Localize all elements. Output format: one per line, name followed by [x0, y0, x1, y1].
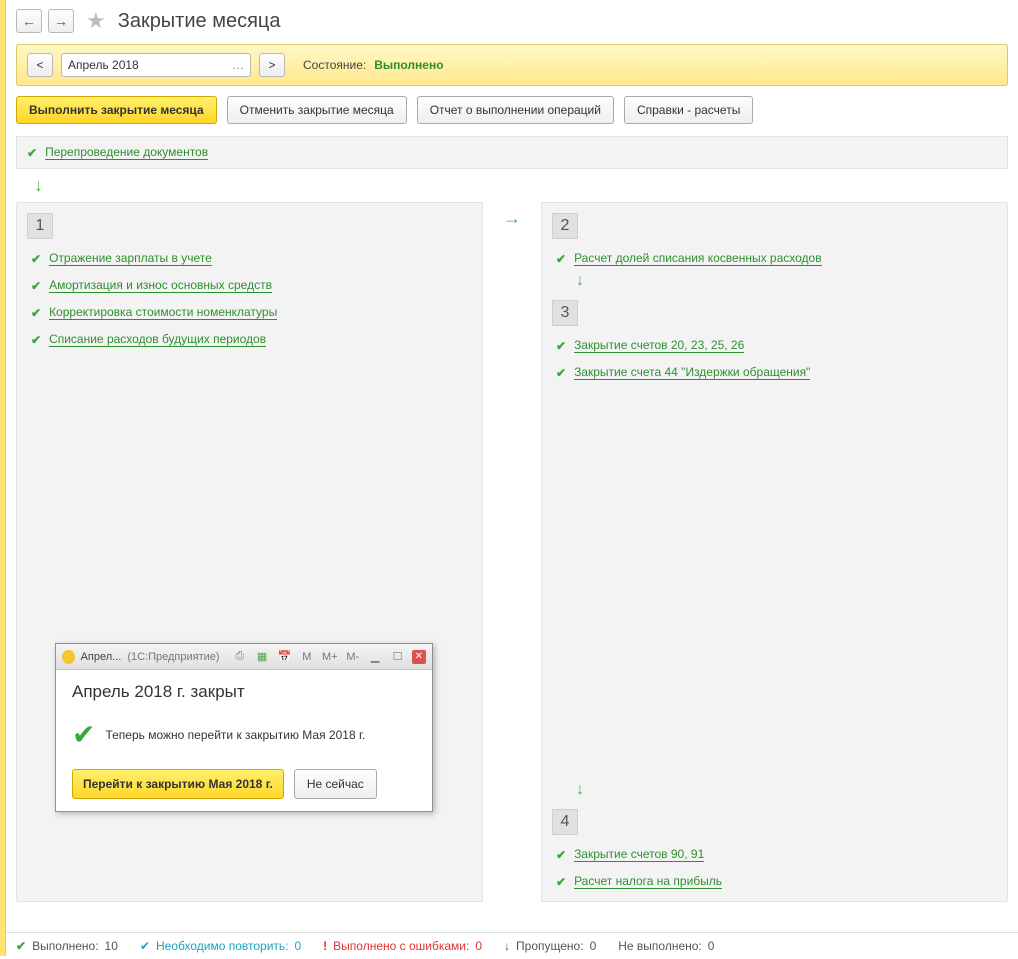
flow-arrow-right-icon: →	[503, 208, 521, 229]
flow-arrow-down-icon: ↓	[576, 781, 1007, 799]
between-columns: →	[503, 202, 521, 902]
left-accent	[0, 0, 6, 956]
check-icon: ✔	[556, 848, 566, 862]
status-footer: ✔ Выполнено: 10 ✔ Необходимо повторить: …	[6, 932, 1018, 959]
op-link[interactable]: Закрытие счетов 90, 91	[574, 847, 704, 862]
op-link[interactable]: Отражение зарплаты в учете	[49, 251, 212, 266]
op-item: ✔ Корректировка стоимости номенклатуры	[17, 299, 482, 326]
op-item: ✔ Расчет долей списания косвенных расход…	[542, 245, 1007, 272]
check-icon: ✔	[31, 279, 41, 293]
footer-repeat-value: 0	[294, 939, 301, 953]
stage-2-header: 2	[552, 213, 578, 239]
op-item: ✔ Отражение зарплаты в учете	[17, 245, 482, 272]
page-title: Закрытие месяца	[118, 10, 281, 33]
op-link[interactable]: Расчет долей списания косвенных расходов	[574, 251, 822, 266]
op-item: ✔ Закрытие счетов 90, 91	[542, 841, 1007, 868]
op-item: ✔ Амортизация и износ основных средств	[17, 272, 482, 299]
big-check-icon: ✔	[72, 718, 95, 751]
footer-done-label: Выполнено:	[32, 939, 98, 953]
check-icon: ✔	[556, 339, 566, 353]
not-now-button[interactable]: Не сейчас	[294, 769, 377, 799]
check-icon: ✔	[556, 366, 566, 380]
close-icon[interactable]: ✕	[412, 650, 426, 664]
dialog-heading: Апрель 2018 г. закрыт	[72, 682, 416, 702]
op-item: ✔ Закрытие счета 44 "Издержки обращения"	[542, 359, 1007, 386]
favorite-star-icon[interactable]: ★	[86, 8, 106, 34]
minimize-icon[interactable]: ▁	[367, 648, 383, 666]
top-operation-link[interactable]: Перепроведение документов	[45, 145, 208, 160]
dialog-title-hint: (1С:Предприятие)	[127, 651, 219, 663]
period-ellipsis-icon[interactable]: …	[232, 58, 244, 72]
op-link[interactable]: Закрытие счета 44 "Издержки обращения"	[574, 365, 810, 380]
references-button[interactable]: Справки - расчеты	[624, 96, 753, 124]
execute-close-button[interactable]: Выполнить закрытие месяца	[16, 96, 217, 124]
flow-arrow-down-icon: ↓	[576, 272, 1007, 290]
app-1c-icon	[62, 650, 75, 664]
status-label: Состояние:	[303, 58, 366, 72]
maximize-icon[interactable]: ☐	[389, 648, 405, 666]
right-column: 2 ✔ Расчет долей списания косвенных расх…	[541, 202, 1008, 902]
footer-skip-label: Пропущено:	[516, 939, 584, 953]
left-column: 1 ✔ Отражение зарплаты в учете ✔ Амортиз…	[16, 202, 483, 902]
check-icon: ✔	[31, 306, 41, 320]
footer-done-value: 10	[105, 939, 118, 953]
nav-forward-button[interactable]: →	[48, 9, 74, 33]
flow-arrow-down-icon: ↓	[34, 175, 1008, 196]
error-icon: !	[323, 939, 327, 953]
print-icon[interactable]: ⎙	[232, 648, 248, 666]
grid-icon[interactable]: ▦	[254, 648, 270, 666]
check-icon: ✔	[31, 333, 41, 347]
top-operation-row: ✔ Перепроведение документов	[16, 136, 1008, 169]
memory-m-icon[interactable]: M	[299, 648, 315, 666]
stage-1-header: 1	[27, 213, 53, 239]
period-input[interactable]: Апрель 2018 …	[61, 53, 251, 77]
check-icon: ✔	[31, 252, 41, 266]
footer-err-value: 0	[475, 939, 482, 953]
dialog-titlebar: Апрел... (1С:Предприятие) ⎙ ▦ 📅 M M+ M- …	[56, 644, 432, 670]
stage-3-header: 3	[552, 300, 578, 326]
period-value: Апрель 2018	[68, 58, 139, 72]
check-icon: ✔	[556, 252, 566, 266]
footer-skip-value: 0	[590, 939, 597, 953]
repeat-icon: ✔	[140, 939, 150, 953]
actions-row: Выполнить закрытие месяца Отменить закры…	[16, 96, 1008, 124]
memory-mplus-icon[interactable]: M+	[321, 648, 339, 666]
dialog-title-app: Апрел...	[81, 651, 122, 663]
footer-none-value: 0	[708, 939, 715, 953]
skip-icon: ↓	[504, 939, 510, 953]
title-bar: ← → ★ Закрытие месяца	[16, 8, 1008, 34]
op-item: ✔ Списание расходов будущих периодов	[17, 326, 482, 353]
op-link[interactable]: Расчет налога на прибыль	[574, 874, 722, 889]
check-icon: ✔	[16, 939, 26, 953]
check-icon: ✔	[556, 875, 566, 889]
op-link[interactable]: Амортизация и износ основных средств	[49, 278, 272, 293]
dialog-message: Теперь можно перейти к закрытию Мая 2018…	[105, 728, 365, 742]
report-button[interactable]: Отчет о выполнении операций	[417, 96, 614, 124]
month-closed-dialog: Апрел... (1С:Предприятие) ⎙ ▦ 📅 M M+ M- …	[55, 643, 433, 812]
op-link[interactable]: Списание расходов будущих периодов	[49, 332, 266, 347]
footer-repeat-label: Необходимо повторить:	[156, 939, 289, 953]
memory-mminus-icon[interactable]: M-	[345, 648, 361, 666]
nav-back-button[interactable]: ←	[16, 9, 42, 33]
period-next-button[interactable]: >	[259, 53, 285, 77]
check-icon: ✔	[27, 146, 37, 160]
period-prev-button[interactable]: <	[27, 53, 53, 77]
op-item: ✔ Расчет налога на прибыль	[542, 868, 1007, 895]
op-link[interactable]: Закрытие счетов 20, 23, 25, 26	[574, 338, 744, 353]
stage-4-header: 4	[552, 809, 578, 835]
status-value: Выполнено	[374, 58, 443, 72]
period-status-bar: < Апрель 2018 … > Состояние: Выполнено	[16, 44, 1008, 86]
cancel-close-button[interactable]: Отменить закрытие месяца	[227, 96, 407, 124]
op-item: ✔ Закрытие счетов 20, 23, 25, 26	[542, 332, 1007, 359]
footer-none-label: Не выполнено:	[618, 939, 702, 953]
footer-err-label: Выполнено с ошибками:	[333, 939, 469, 953]
go-next-month-button[interactable]: Перейти к закрытию Мая 2018 г.	[72, 769, 284, 799]
op-link[interactable]: Корректировка стоимости номенклатуры	[49, 305, 277, 320]
calendar-icon[interactable]: 📅	[276, 648, 292, 666]
